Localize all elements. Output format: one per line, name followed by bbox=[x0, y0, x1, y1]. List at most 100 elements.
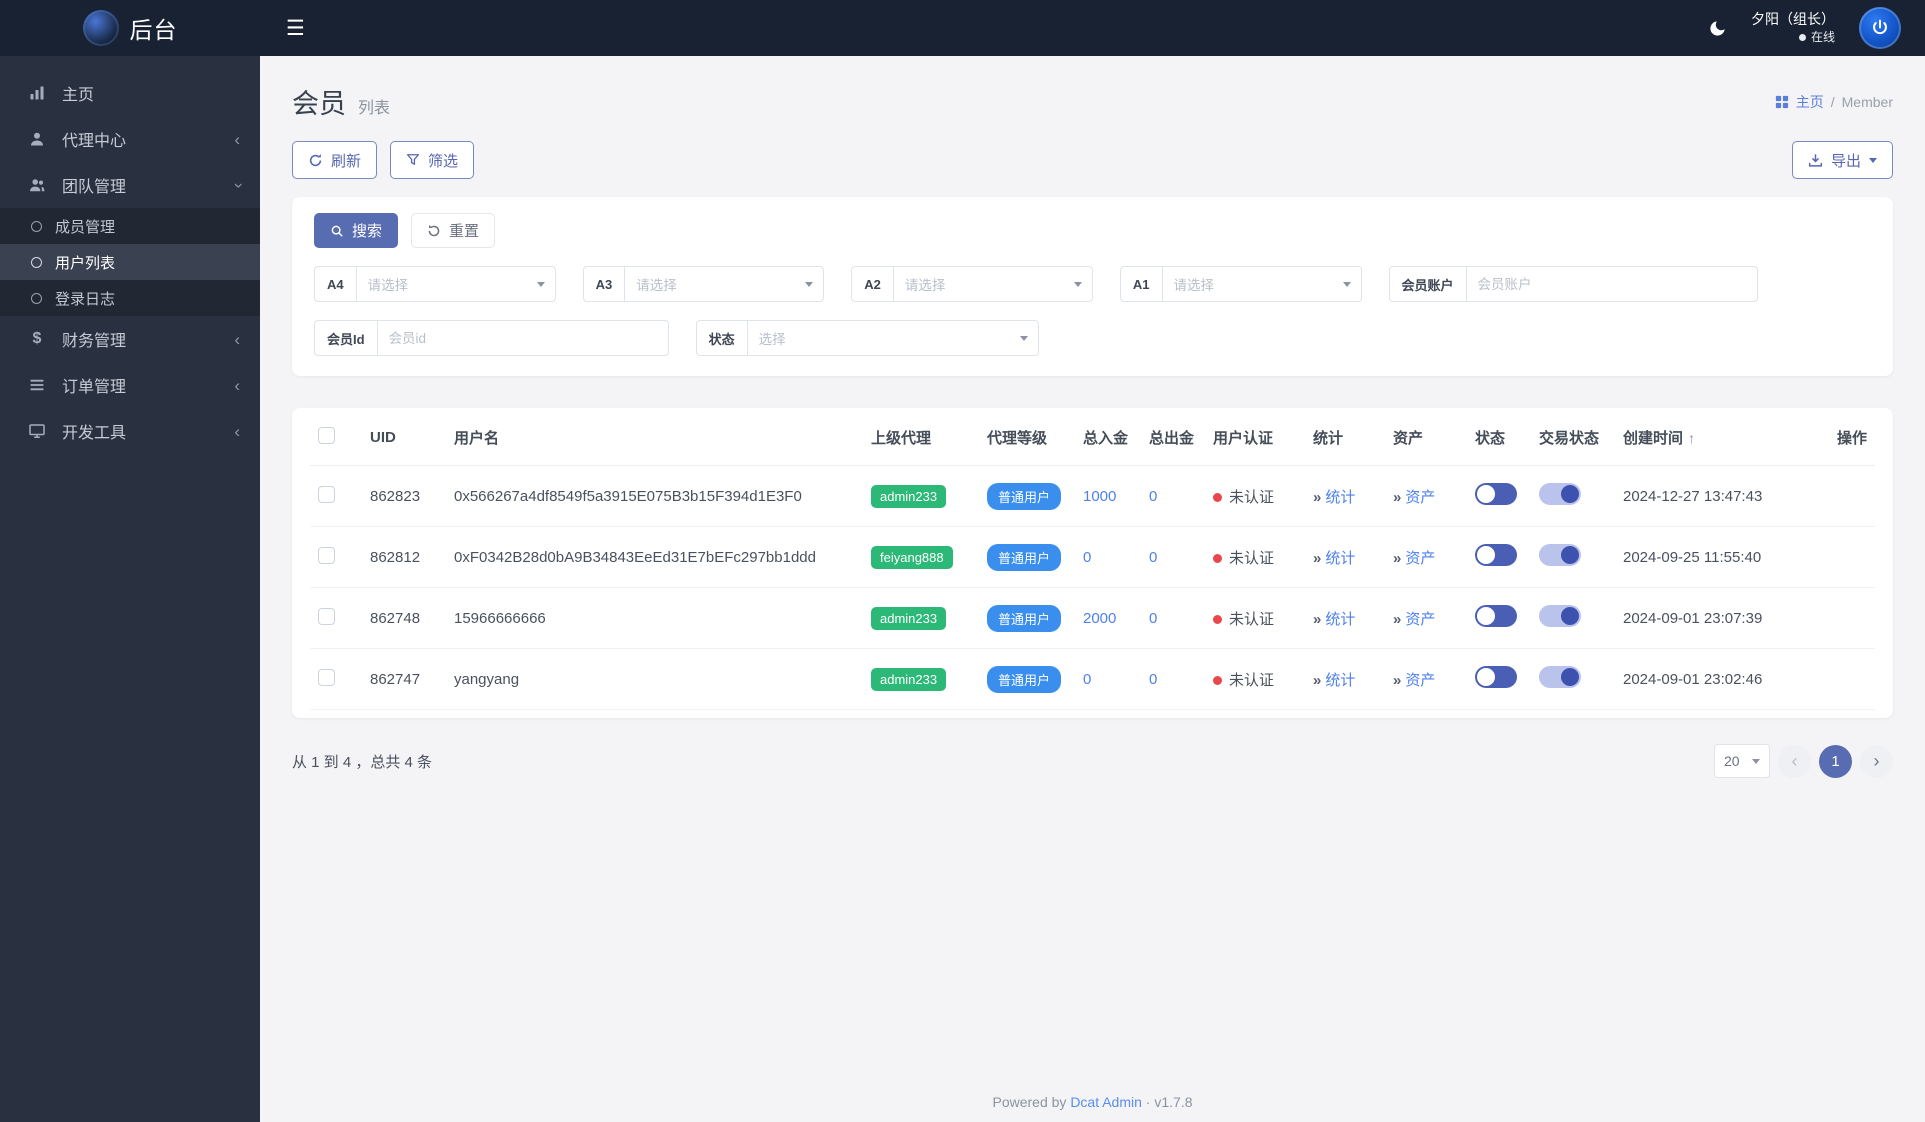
table-header-row: UID 用户名 上级代理 代理等级 总入金 总出金 用户认证 统计 资产 状态 … bbox=[310, 410, 1875, 466]
assets-link[interactable]: 资产 bbox=[1405, 489, 1435, 506]
power-icon bbox=[1873, 19, 1887, 35]
team-icon bbox=[27, 177, 47, 193]
total-in-link[interactable]: 1000 bbox=[1083, 488, 1116, 505]
unverified-dot-icon bbox=[1213, 492, 1222, 502]
submenu-item-label: 登录日志 bbox=[55, 290, 116, 308]
search-button[interactable]: 搜索 bbox=[314, 213, 399, 248]
status-toggle[interactable] bbox=[1475, 544, 1517, 566]
total-out-link[interactable]: 0 bbox=[1149, 549, 1157, 566]
total-out-link[interactable]: 0 bbox=[1149, 610, 1157, 627]
sort-ascending-icon[interactable] bbox=[1683, 430, 1695, 447]
chevron-down-icon: ‹ bbox=[227, 182, 247, 188]
total-out-link[interactable]: 0 bbox=[1149, 671, 1157, 688]
sidebar-item-order-management[interactable]: 订单管理 ‹ bbox=[0, 362, 260, 408]
row-checkbox[interactable] bbox=[318, 485, 335, 503]
sidebar-item-agent-center[interactable]: 代理中心 ‹ bbox=[0, 116, 260, 162]
cell-username: yangyang bbox=[446, 648, 863, 710]
page-title: 会员 bbox=[292, 89, 346, 119]
download-icon bbox=[1808, 153, 1823, 168]
caret-down-icon bbox=[805, 281, 814, 287]
filter-a3: A3 请选择 bbox=[582, 266, 825, 302]
col-assets: 资产 bbox=[1385, 410, 1467, 466]
status-toggle[interactable] bbox=[1475, 483, 1517, 505]
stats-link[interactable]: 统计 bbox=[1325, 611, 1355, 628]
total-in-link[interactable]: 2000 bbox=[1083, 610, 1116, 627]
status-toggle[interactable] bbox=[1475, 605, 1517, 627]
topbar-right: 夕阳（组长） 在线 bbox=[1708, 7, 1925, 49]
assets-link[interactable]: 资产 bbox=[1405, 611, 1435, 628]
reset-button[interactable]: 重置 bbox=[411, 213, 496, 248]
next-page-button[interactable] bbox=[1860, 744, 1893, 778]
total-in-link[interactable]: 0 bbox=[1083, 549, 1091, 566]
breadcrumb-separator: / bbox=[1830, 93, 1835, 110]
refresh-button[interactable]: 刷新 bbox=[292, 141, 378, 179]
circle-icon bbox=[31, 292, 42, 304]
trade-status-toggle[interactable] bbox=[1539, 605, 1581, 627]
total-out-link[interactable]: 0 bbox=[1149, 488, 1157, 505]
devtools-icon bbox=[27, 423, 47, 439]
col-auth: 用户认证 bbox=[1205, 410, 1305, 466]
member-id-input[interactable] bbox=[376, 320, 669, 356]
sidebar-item-login-log[interactable]: 登录日志 bbox=[0, 280, 260, 316]
filter-a4: A4 请选择 bbox=[314, 266, 556, 302]
dcat-admin-link[interactable]: Dcat Admin bbox=[1070, 1094, 1142, 1110]
page-header: 会员 列表 主页 / Member bbox=[292, 82, 1893, 121]
status-select[interactable]: 选择 bbox=[746, 320, 1039, 356]
chevron-left-icon: ‹ bbox=[234, 421, 240, 441]
row-checkbox[interactable] bbox=[318, 607, 335, 625]
trade-status-toggle[interactable] bbox=[1539, 483, 1581, 505]
status-toggle[interactable] bbox=[1475, 666, 1517, 688]
stats-link[interactable]: 统计 bbox=[1325, 489, 1355, 506]
a2-select[interactable]: 请选择 bbox=[892, 266, 1093, 302]
stats-link[interactable]: 统计 bbox=[1325, 672, 1355, 689]
filter-button[interactable]: 筛选 bbox=[390, 141, 475, 179]
sidebar-item-user-list[interactable]: 用户列表 bbox=[0, 244, 260, 280]
caret-down-icon bbox=[536, 281, 545, 287]
agent-badge: admin233 bbox=[871, 484, 947, 508]
caret-down-icon bbox=[1752, 758, 1760, 764]
prev-page-button[interactable] bbox=[1778, 744, 1811, 778]
sidebar-item-team-management[interactable]: 团队管理 ‹ bbox=[0, 162, 260, 208]
filter-label: 会员Id bbox=[314, 320, 377, 356]
main-content: 会员 列表 主页 / Member 刷新 筛选 导出 搜索 重置 A4 请选择 … bbox=[260, 56, 1925, 1122]
export-button[interactable]: 导出 bbox=[1791, 141, 1893, 179]
trade-status-toggle[interactable] bbox=[1539, 666, 1581, 688]
user-menu[interactable]: 夕阳（组长） 在线 bbox=[1751, 10, 1835, 45]
sidebar-item-member-management[interactable]: 成员管理 bbox=[0, 208, 260, 244]
select-all-checkbox[interactable] bbox=[318, 427, 335, 444]
sidebar-item-label: 主页 bbox=[62, 87, 95, 104]
row-checkbox[interactable] bbox=[318, 668, 335, 686]
row-checkbox[interactable] bbox=[318, 546, 335, 564]
sidebar-item-finance-management[interactable]: $ 财务管理 ‹ bbox=[0, 316, 260, 362]
a3-select[interactable]: 请选择 bbox=[624, 266, 825, 302]
agent-badge: admin233 bbox=[871, 606, 947, 630]
filter-label: A4 bbox=[314, 266, 356, 302]
dark-mode-icon[interactable] bbox=[1708, 19, 1727, 38]
caret-down-icon bbox=[1869, 157, 1877, 163]
stats-link[interactable]: 统计 bbox=[1325, 550, 1355, 567]
account-input[interactable] bbox=[1465, 266, 1758, 302]
current-page-button[interactable]: 1 bbox=[1819, 744, 1852, 778]
breadcrumb-home-link[interactable]: 主页 bbox=[1796, 92, 1824, 112]
sidebar-toggle-icon[interactable]: ☰ bbox=[286, 16, 305, 41]
sidebar-item-dev-tools[interactable]: 开发工具 ‹ bbox=[0, 408, 260, 454]
assets-link[interactable]: 资产 bbox=[1405, 550, 1435, 567]
a1-select[interactable]: 请选择 bbox=[1161, 266, 1362, 302]
filter-a2: A2 请选择 bbox=[851, 266, 1093, 302]
a4-select[interactable]: 请选择 bbox=[355, 266, 556, 302]
cell-username: 15966666666 bbox=[446, 587, 863, 649]
toolbar: 刷新 筛选 导出 bbox=[292, 141, 1893, 179]
grid-icon bbox=[1775, 95, 1789, 109]
col-actions: 操作 bbox=[1813, 410, 1875, 466]
app-logo[interactable]: 后台 bbox=[0, 0, 260, 56]
page-size-select[interactable]: 20 bbox=[1714, 744, 1770, 778]
caret-down-icon bbox=[1073, 281, 1082, 287]
avatar[interactable] bbox=[1859, 7, 1901, 49]
member-table: UID 用户名 上级代理 代理等级 总入金 总出金 用户认证 统计 资产 状态 … bbox=[310, 410, 1875, 710]
trade-status-toggle[interactable] bbox=[1539, 544, 1581, 566]
assets-link[interactable]: 资产 bbox=[1405, 672, 1435, 689]
sidebar-item-home[interactable]: 主页 bbox=[0, 70, 260, 116]
powered-by-text: Powered by bbox=[992, 1094, 1067, 1110]
cell-uid: 862747 bbox=[362, 648, 446, 710]
total-in-link[interactable]: 0 bbox=[1083, 671, 1091, 688]
